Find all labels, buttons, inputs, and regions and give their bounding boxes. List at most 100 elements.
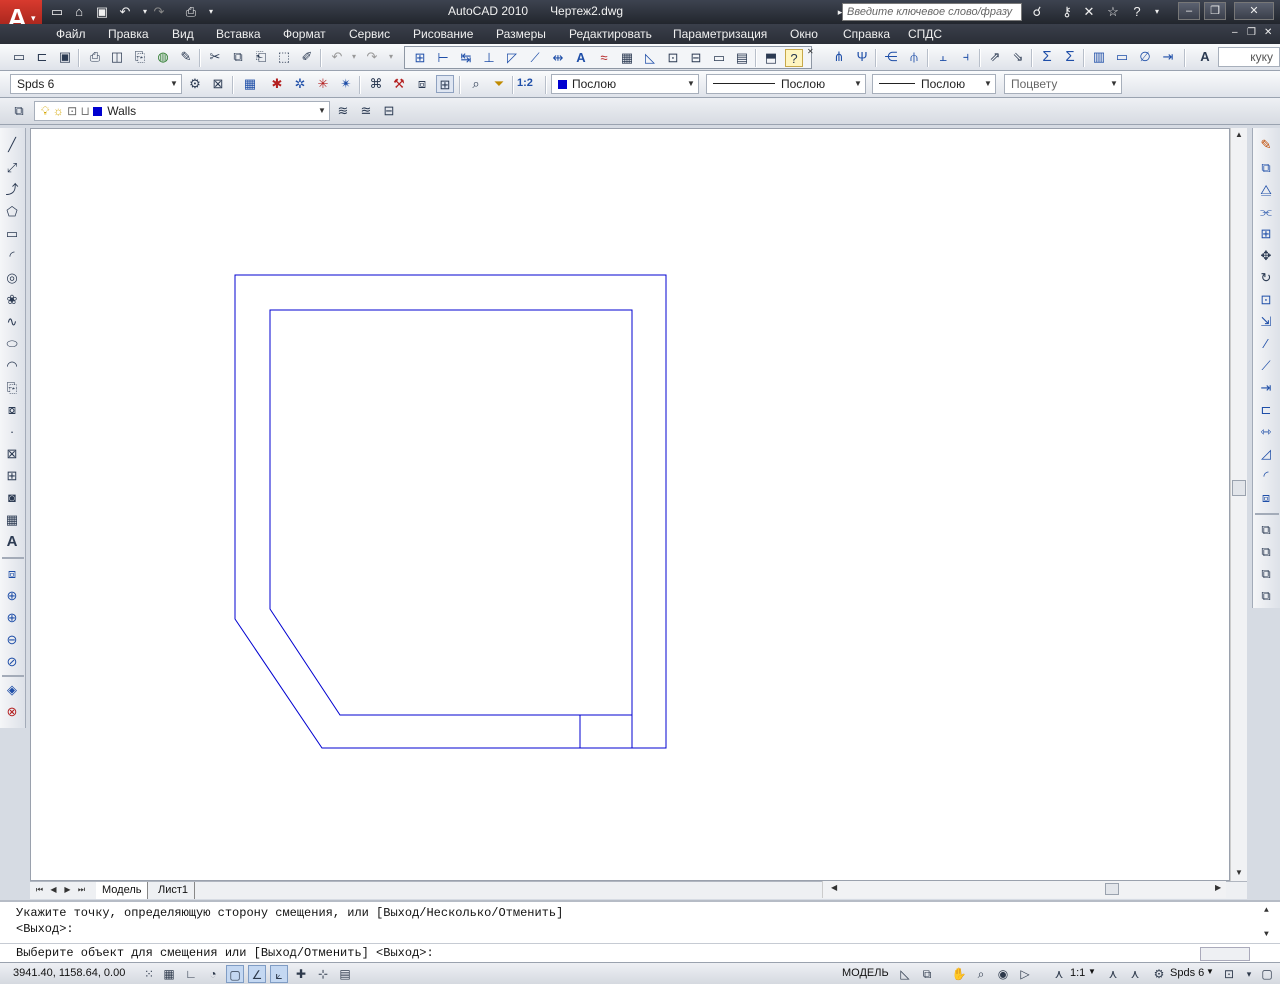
last-tab-icon[interactable]: ⏭ [75,883,88,897]
binoculars-icon[interactable]: ☌ [1028,3,1046,21]
spds-section-icon[interactable]: ⋲ [882,48,900,66]
paste-icon[interactable]: ⎗ [252,48,270,66]
spds-select-icon[interactable]: ⊞ [436,75,454,93]
mtext-icon[interactable]: A [3,533,21,551]
table-icon[interactable]: ▦ [3,511,21,529]
annotation-scale-icon[interactable]: ⋏ [1050,965,1068,983]
layer-select[interactable]: 💡︎ ☼ ⊡ ⊔ Walls ▼ [34,101,330,121]
3d-dwf-icon[interactable]: ◍ [154,48,172,66]
region-icon[interactable]: ◙ [3,489,21,507]
move-icon[interactable]: ✥ [1257,247,1275,265]
quick-access-dropdown-icon[interactable]: ▾ [202,3,220,21]
steering-wheel-icon[interactable]: ◉ [994,965,1012,983]
help-icon[interactable]: ? [1128,3,1146,21]
array-icon[interactable]: ⊞ [1257,225,1275,243]
plot-preview-icon[interactable]: ◫ [108,48,126,66]
break-at-point-icon[interactable]: ⇥ [1257,379,1275,397]
lineweight-select[interactable]: Послою ▼ [872,74,996,94]
open-file-icon[interactable]: ⊏ [33,48,51,66]
horizontal-scroll-thumb[interactable] [1105,883,1119,895]
model-space-label[interactable]: МОДЕЛЬ [842,967,889,979]
dim-continue-icon[interactable]: ◺ [641,49,659,67]
arc-icon[interactable]: ◜ [3,247,21,265]
mirror-icon[interactable]: ⧋ [1257,181,1275,199]
toolbar-redo-dropdown-icon[interactable]: ▾ [382,48,400,66]
scroll-down-icon[interactable]: ▼ [1264,930,1269,939]
spds-stamp-icon[interactable]: ▭ [1113,48,1131,66]
spds-scale-icon[interactable]: ⚒ [390,75,408,93]
ellipse-arc-icon[interactable]: ◠ [3,357,21,375]
prev-tab-icon[interactable]: ◀ [47,883,60,897]
dim-arc-icon[interactable]: ≈ [595,49,613,67]
copy-object-icon[interactable]: ⧉ [1257,159,1275,177]
table-style-icon[interactable]: ▦ [241,75,259,93]
zoom-icon[interactable]: ⌕ [467,75,485,93]
trim-icon[interactable]: ⁄ [1257,335,1275,353]
menu-window[interactable]: Окно [790,27,818,41]
vertical-scrollbar[interactable]: ▲ ▼ [1230,128,1247,881]
stretch-icon[interactable]: ⇲ [1257,313,1275,331]
doc-minimize-icon[interactable]: – [1232,27,1238,38]
rotate-icon[interactable]: ↻ [1257,269,1275,287]
dim-tolerance-icon[interactable]: ⊡ [664,49,682,67]
search-input[interactable] [842,3,1022,21]
menu-dimension[interactable]: Размеры [496,27,546,41]
globe-off-icon[interactable]: ⊘ [3,653,21,671]
favorites-icon[interactable]: ☆ [1104,3,1122,21]
polygon-icon[interactable]: ⬠ [3,203,21,221]
dim-jogged-icon[interactable]: ⟋ [526,49,544,67]
solid-delete-icon[interactable]: ⊗ [3,703,21,721]
minimize-icon[interactable]: – [1178,2,1200,20]
dim-linear-icon[interactable]: ⊢ [434,49,452,67]
dim-edit-icon[interactable]: ▭ [710,49,728,67]
key-icon[interactable]: ⚷ [1058,3,1076,21]
point-icon[interactable]: · [3,423,21,441]
spds-dim-icon[interactable]: ✱ [268,75,286,93]
line-icon[interactable]: ╱ [3,136,21,154]
pan-icon[interactable]: ✋ [950,965,968,983]
copy-icon[interactable]: ⧉ [229,48,247,66]
polyline-icon[interactable]: ⤴ [3,181,21,199]
maximize-icon[interactable]: ❐ [1204,2,1226,20]
draworder-above-icon[interactable]: ⧉ [1257,565,1275,583]
drawing-canvas[interactable] [30,128,1230,881]
layer-previous-icon[interactable]: ≊ [357,102,375,120]
command-scrollbar[interactable] [1200,947,1250,961]
toolbar-undo-dropdown-icon[interactable]: ▾ [345,48,363,66]
make-block-icon[interactable]: ⧇ [3,401,21,419]
menu-insert[interactable]: Вставка [216,27,261,41]
zoom-realtime-icon[interactable]: ⌕ [972,965,990,983]
annotation-visibility-icon[interactable]: ⋏ [1104,965,1122,983]
spds-break-icon[interactable]: ⫠ [934,48,952,66]
workspace-value[interactable]: Spds 6 [1170,967,1204,979]
spds-node-icon[interactable]: ⫞ [957,48,975,66]
color-select[interactable]: Послою ▼ [551,74,699,94]
draworder-front-icon[interactable]: ⧉ [1257,521,1275,539]
draworder-under-icon[interactable]: ⧉ [1257,587,1275,605]
plotstyle-select[interactable]: Поцвету ▼ [1004,74,1122,94]
menu-view[interactable]: Вид [172,27,194,41]
match-properties-icon[interactable]: ⬚ [275,48,293,66]
text-style-icon[interactable]: A [1196,48,1214,66]
inner-wall-outline[interactable] [269,309,633,716]
auto-scale-icon[interactable]: ⋏ [1126,965,1144,983]
globe-icon[interactable]: ⊕ [3,587,21,605]
3d-view-icon[interactable]: ⧈ [3,565,21,583]
undo-icon[interactable]: ↶ [116,3,134,21]
grid-icon[interactable]: ▦ [160,965,178,983]
polar-icon[interactable]: ◔ [204,965,222,983]
communication-center-icon[interactable]: ✕ [1080,3,1098,21]
dim-radius-icon[interactable]: ◸ [503,49,521,67]
insert-block-icon[interactable]: ⎘ [3,379,21,397]
spds-mark-icon[interactable]: ✲ [291,75,309,93]
plot-icon[interactable]: ⎙ [86,48,104,66]
sum-table-icon[interactable]: Σ [1061,48,1079,66]
menu-file[interactable]: Файл [56,27,86,41]
menu-modify[interactable]: Редактировать [569,27,652,41]
offset-icon[interactable]: ⫘ [1257,203,1275,221]
linetype-select[interactable]: Послою ▼ [706,74,866,94]
spds-copy-icon[interactable]: ⧈ [413,75,431,93]
otrack-icon[interactable]: ∠ [248,965,266,983]
menu-edit[interactable]: Правка [108,27,149,41]
spds-level-icon[interactable]: ⫛ [905,48,923,66]
